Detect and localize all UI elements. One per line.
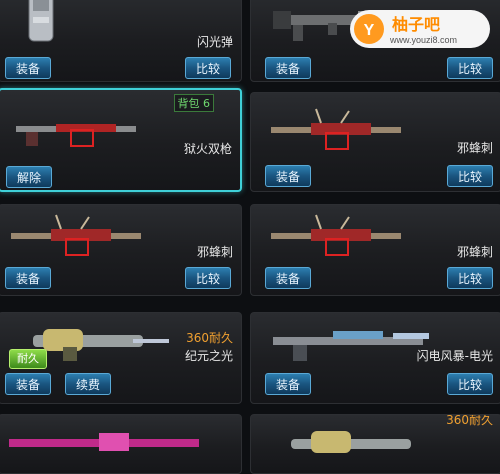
- hellfire-dual-image: [16, 124, 136, 147]
- youzi-logo-mark: Y 柚子吧 www.youzi8.com: [350, 10, 490, 48]
- item-name: 邪蜂刺: [456, 245, 493, 259]
- equip-button[interactable]: 装备: [265, 57, 312, 79]
- compare-button[interactable]: 比较: [447, 373, 494, 395]
- pink-weapon-image: [9, 433, 199, 451]
- youzi-logo: Y 柚子吧 www.youzi8.com: [350, 10, 490, 48]
- evil-bee-sting-image: [11, 214, 141, 256]
- item-name: 狱火双枪: [183, 142, 232, 156]
- item-card-flashbang[interactable]: 闪光弹 装备 比较: [0, 0, 242, 82]
- equip-button[interactable]: 装备: [265, 373, 312, 395]
- item-card-evil-bee-sting[interactable]: 邪蜂刺 装备 比较: [250, 204, 500, 296]
- item-card-partial[interactable]: 360耐久: [250, 414, 500, 474]
- renew-button[interactable]: 续费: [65, 373, 112, 395]
- compare-button[interactable]: 比较: [185, 267, 232, 289]
- compare-button[interactable]: 比较: [447, 165, 494, 187]
- compare-button[interactable]: 比较: [185, 57, 232, 79]
- equip-button[interactable]: 装备: [265, 267, 312, 289]
- unequip-button[interactable]: 解除: [6, 166, 53, 188]
- item-card-hellfire-dual[interactable]: 背包 6 狱火双枪 解除: [0, 88, 242, 192]
- equip-button[interactable]: 装备: [265, 165, 312, 187]
- item-name: 闪电风暴-电光: [416, 349, 493, 363]
- item-name: 邪蜂刺: [196, 245, 233, 259]
- item-card-evil-bee-sting[interactable]: 邪蜂刺 装备 比较: [0, 204, 242, 296]
- item-name: 闪光弹: [196, 35, 233, 49]
- item-name: 纪元之光: [184, 349, 233, 363]
- durability-label: 360耐久: [186, 331, 233, 345]
- evil-bee-sting-image: [271, 214, 401, 256]
- durability-badge: 耐久: [9, 349, 47, 369]
- item-card-partial[interactable]: [0, 414, 242, 474]
- item-card-era-light[interactable]: 360耐久 耐久 纪元之光 装备 续费: [0, 312, 242, 404]
- equip-button[interactable]: 装备: [5, 267, 52, 289]
- svg-text:www.youzi8.com: www.youzi8.com: [389, 35, 457, 45]
- durability-label: 360耐久: [446, 414, 493, 427]
- item-card-evil-bee-sting[interactable]: 邪蜂刺 装备 比较: [250, 92, 500, 192]
- backpack-slot-badge: 背包 6: [173, 94, 214, 112]
- item-card-lightning-storm[interactable]: 闪电风暴-电光 装备 比较: [250, 312, 500, 404]
- compare-button[interactable]: 比较: [447, 267, 494, 289]
- evil-bee-sting-image: [271, 108, 401, 150]
- flashbang-image: [28, 0, 54, 42]
- compare-button[interactable]: 比较: [447, 57, 494, 79]
- svg-text:柚子吧: 柚子吧: [392, 15, 440, 34]
- equip-button[interactable]: 装备: [5, 373, 52, 395]
- item-name: 邪蜂刺: [456, 141, 493, 155]
- gold-weapon-image: [291, 431, 411, 453]
- lightning-storm-image: [273, 331, 429, 361]
- svg-text:Y: Y: [364, 22, 375, 39]
- equip-button[interactable]: 装备: [5, 57, 52, 79]
